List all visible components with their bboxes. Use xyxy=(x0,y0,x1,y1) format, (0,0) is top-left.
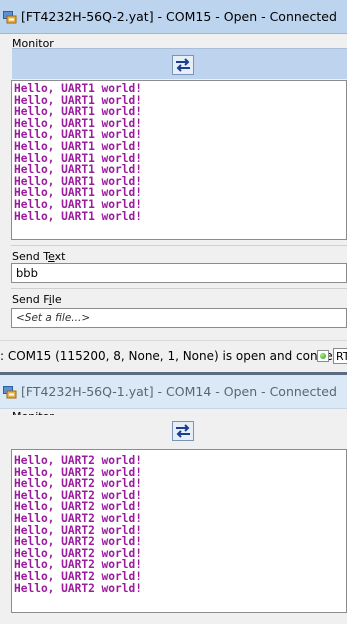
monitor-line: Hello, UART2 world! xyxy=(14,581,142,595)
terminal-window-com15: [FT4232H-56Q-2.yat] - COM15 - Open - Con… xyxy=(0,0,347,373)
window-title: [FT4232H-56Q-2.yat] - COM15 - Open - Con… xyxy=(21,9,337,24)
swap-arrows-icon xyxy=(176,58,190,72)
divider xyxy=(11,288,347,289)
serial-port-terminal-icon xyxy=(3,386,17,399)
swap-arrows-icon xyxy=(176,424,190,438)
title-bar[interactable]: [FT4232H-56Q-1.yat] - COM14 - Open - Con… xyxy=(0,375,347,409)
title-bar[interactable]: [FT4232H-56Q-2.yat] - COM15 - Open - Con… xyxy=(0,0,347,34)
window-title: [FT4232H-56Q-1.yat] - COM14 - Open - Con… xyxy=(21,384,337,399)
rts-indicator[interactable]: RT xyxy=(333,348,347,364)
monitor-output[interactable]: Hello, UART1 world! Hello, UART1 world! … xyxy=(11,80,347,240)
green-led-icon xyxy=(317,350,329,362)
serial-port-terminal-icon xyxy=(3,11,17,24)
swap-monitor-button[interactable] xyxy=(172,421,194,441)
monitor-line: Hello, UART2 world! xyxy=(14,454,142,467)
monitor-line: Hello, UART1 world! xyxy=(14,197,142,211)
monitor-line: Hello, UART1 world! xyxy=(14,82,142,95)
monitor-output[interactable]: Hello, UART2 world! Hello, UART2 world! … xyxy=(11,449,347,613)
terminal-window-com14: [FT4232H-56Q-1.yat] - COM14 - Open - Con… xyxy=(0,375,347,624)
send-file-input[interactable]: <Set a file...> xyxy=(11,308,347,328)
monitor-line: Hello, UART1 world! xyxy=(14,139,142,153)
divider xyxy=(11,245,347,246)
connection-status-text: : COM15 (115200, 8, None, 1, None) is op… xyxy=(0,349,347,363)
monitor-line: Hello, UART1 world! xyxy=(14,163,142,177)
send-text-label: Send Text xyxy=(12,250,66,263)
swap-monitor-button[interactable] xyxy=(172,55,194,75)
monitor-line: Hello, UART2 world! xyxy=(14,511,142,525)
send-text-input[interactable]: bbb xyxy=(11,263,347,283)
monitor-line: Hello, UART2 world! xyxy=(14,535,142,549)
monitor-line: Hello, UART1 world! xyxy=(14,209,142,223)
monitor-line: Hello, UART2 world! xyxy=(14,569,142,583)
status-bar: : COM15 (115200, 8, None, 1, None) is op… xyxy=(0,340,347,371)
monitor-toolbar xyxy=(12,415,347,445)
monitor-toolbar xyxy=(12,48,347,79)
send-file-label: Send File xyxy=(12,293,62,306)
